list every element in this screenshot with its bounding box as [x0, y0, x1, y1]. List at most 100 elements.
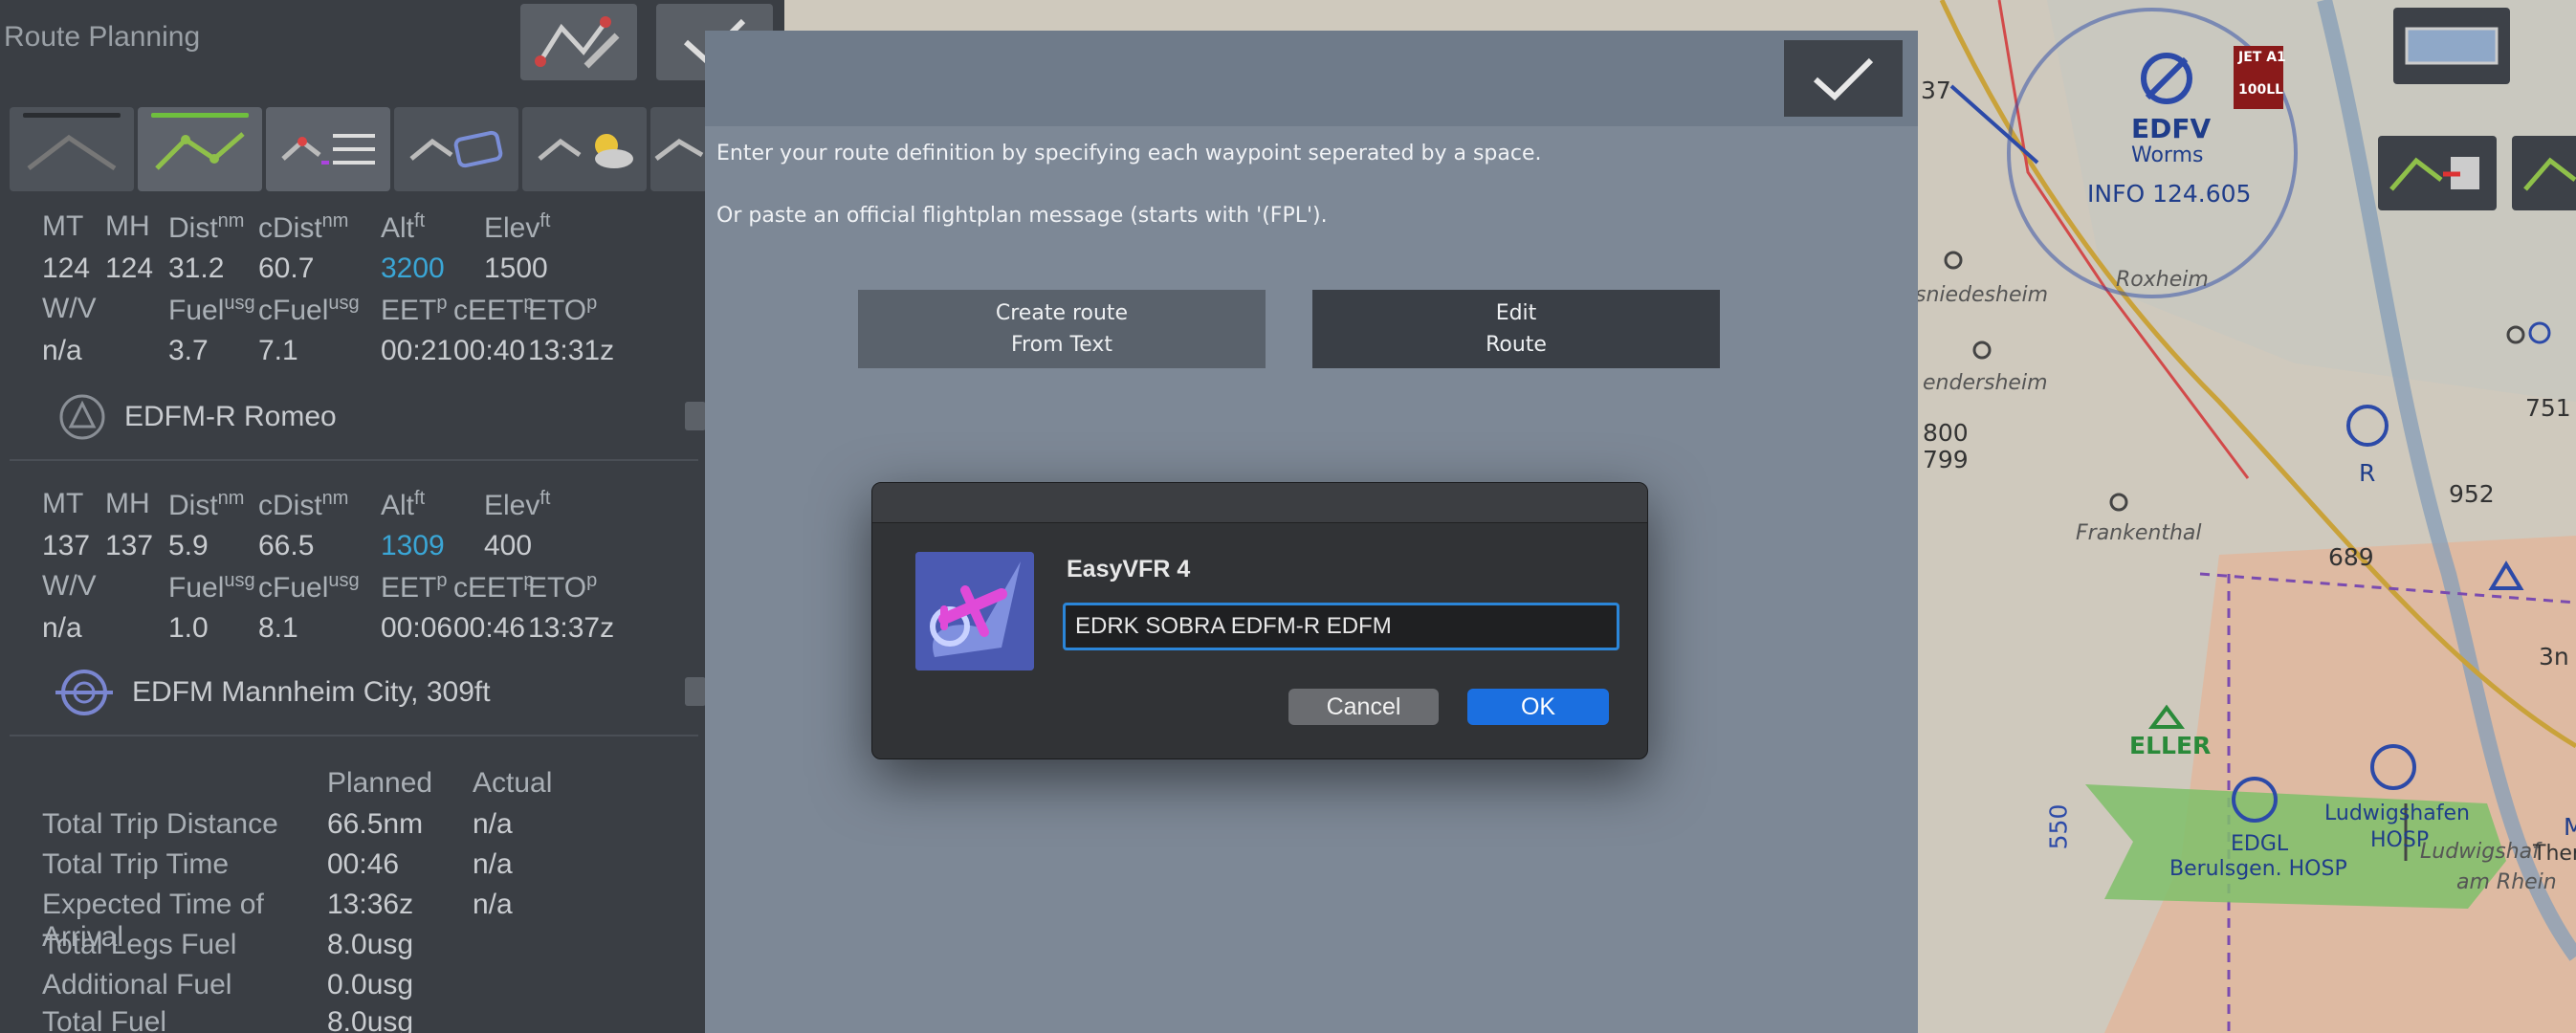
val-mh: 137 [105, 530, 154, 561]
leg-divider [10, 459, 698, 461]
map-label-751: 751 [2525, 394, 2571, 422]
done-button[interactable] [1784, 40, 1903, 117]
hdr-alt-unit: ft [414, 210, 426, 231]
route-more-icon [654, 139, 704, 161]
waypoint-row-mannheim[interactable]: EDFM Mannheim City, 309ft [54, 668, 491, 717]
route-share-button[interactable] [394, 107, 518, 191]
map-label-952: 952 [2449, 480, 2495, 508]
map-label-689: 689 [2328, 543, 2374, 571]
summary-label: Total Trip Distance [42, 808, 278, 840]
summary-actual: n/a [473, 848, 513, 880]
route-more-button[interactable] [650, 107, 708, 191]
hdr-fuel-unit: usg [224, 293, 255, 314]
hdr-elev: Elev [484, 490, 540, 521]
map-route-export-button[interactable] [2378, 136, 2497, 210]
route-icon [2523, 157, 2576, 191]
route-planning-panel: Route Planning MT MH Distnm cDistnm Altf… [0, 0, 784, 1033]
create-route-label-2: From Text [1011, 333, 1112, 357]
waypoint-drag-handle[interactable] [685, 402, 706, 430]
hdr-alt: Alt [381, 490, 415, 521]
route-weather-button[interactable] [522, 107, 647, 191]
route-text-input[interactable] [1063, 603, 1619, 650]
cancel-button[interactable]: Cancel [1288, 689, 1439, 725]
summary-label: Total Trip Time [42, 848, 230, 880]
route-tools-icon [535, 16, 620, 69]
hdr-ceet: cEET [453, 572, 524, 604]
summary-planned: 8.0usg [327, 929, 414, 960]
route-edit-button[interactable] [138, 107, 262, 191]
summary-row: Total Trip Time 00:46 n/a [42, 848, 513, 881]
hdr-cfuel-unit: usg [328, 570, 360, 591]
val-wv[interactable]: n/a [42, 612, 168, 645]
create-route-from-text-button[interactable]: Create route From Text [858, 290, 1266, 368]
val-elev: 1500 [484, 253, 548, 284]
route-input-dialog: EasyVFR 4 Cancel OK [871, 482, 1648, 759]
edit-route-button[interactable]: Edit Route [1312, 290, 1720, 368]
val-alt[interactable]: 1309 [381, 530, 484, 562]
leg-divider [10, 735, 698, 736]
map-label-info: INFO 124.605 [2087, 180, 2252, 208]
dialog-titlebar [872, 483, 1647, 523]
hdr-eto-unit: p [586, 570, 598, 591]
route-list-icon [281, 134, 375, 165]
dialog-app-name: EasyVFR 4 [1067, 556, 1191, 582]
hdr-cfuel-unit: usg [328, 293, 360, 314]
waypoint-row-romeo[interactable]: EDFM-R Romeo [57, 392, 337, 442]
map-label-ludwigshafen-2: Ludwigshaf [2420, 840, 2540, 864]
leg-1-headers: MT MH Distnm cDistnm Altft Elevft [42, 210, 550, 245]
route-list-button[interactable] [266, 107, 390, 191]
map-route-button[interactable] [2512, 136, 2576, 210]
val-ceet: 00:40 [453, 335, 526, 366]
summary-row: Total Legs Fuel 8.0usg [42, 929, 473, 961]
reporting-point-icon [59, 394, 105, 440]
hdr-wv: W/V [42, 293, 97, 324]
val-alt[interactable]: 3200 [381, 253, 484, 285]
map-label-r: R [2359, 459, 2376, 487]
summary-planned: 0.0usg [327, 969, 414, 1000]
summary-col-actual: Actual [473, 767, 553, 799]
val-fuel: 1.0 [168, 612, 209, 644]
summary-planned: 8.0usg [327, 1006, 414, 1033]
hdr-cfuel: cFuel [258, 295, 329, 326]
route-weather-icon [538, 134, 633, 168]
hdr-fuel: Fuel [168, 295, 225, 326]
hdr-dist-unit: nm [217, 210, 245, 231]
hdr-cfuel: cFuel [258, 572, 329, 604]
airplane-logo-icon [915, 552, 1034, 670]
easyvfr-app-icon [915, 552, 1034, 670]
hdr-mt: MT [42, 210, 84, 242]
edit-route-label-2: Route [1486, 333, 1547, 357]
val-cfuel: 8.1 [258, 612, 298, 644]
summary-row: Additional Fuel 0.0usg [42, 969, 473, 1001]
waypoint-name: EDFM Mannheim City, 309ft [132, 676, 491, 708]
leg-1-values-2: n/a 3.7 7.1 00:21 00:40 13:31z [42, 335, 614, 367]
hdr-eet: EET [381, 295, 437, 326]
map-label-jet: JET A1 [2238, 50, 2286, 65]
waypoint-drag-handle[interactable] [685, 677, 706, 706]
hdr-dist: Dist [168, 490, 218, 521]
route-export-icon [2389, 157, 2479, 191]
hdr-fuel: Fuel [168, 572, 225, 604]
route-tools-button[interactable] [520, 4, 637, 80]
hdr-elev: Elev [484, 212, 540, 244]
summary-row: Total Trip Distance 66.5nm n/a [42, 808, 513, 841]
val-mh: 124 [105, 253, 154, 284]
val-eto: 13:37z [528, 612, 615, 644]
summary-planned: 66.5nm [327, 808, 424, 840]
map-label-m: M [2564, 813, 2576, 841]
hdr-mh: MH [105, 210, 150, 242]
val-eto: 13:31z [528, 335, 615, 366]
hdr-elev-unit: ft [539, 488, 551, 509]
airport-icon [55, 670, 113, 715]
val-mt: 137 [42, 530, 91, 561]
map-layers-button[interactable] [2393, 8, 2510, 84]
val-fuel: 3.7 [168, 335, 209, 366]
summary-col-planned: Planned [327, 767, 433, 799]
ok-button[interactable]: OK [1467, 689, 1609, 725]
map-label-berulsgen: Berulsgen. HOSP [2169, 857, 2347, 881]
hdr-dist: Dist [168, 212, 218, 244]
val-eet: 00:06 [381, 612, 453, 644]
leg-2-headers: MT MH Distnm cDistnm Altft Elevft [42, 488, 550, 522]
val-wv[interactable]: n/a [42, 335, 168, 367]
route-view-button[interactable] [10, 107, 134, 191]
